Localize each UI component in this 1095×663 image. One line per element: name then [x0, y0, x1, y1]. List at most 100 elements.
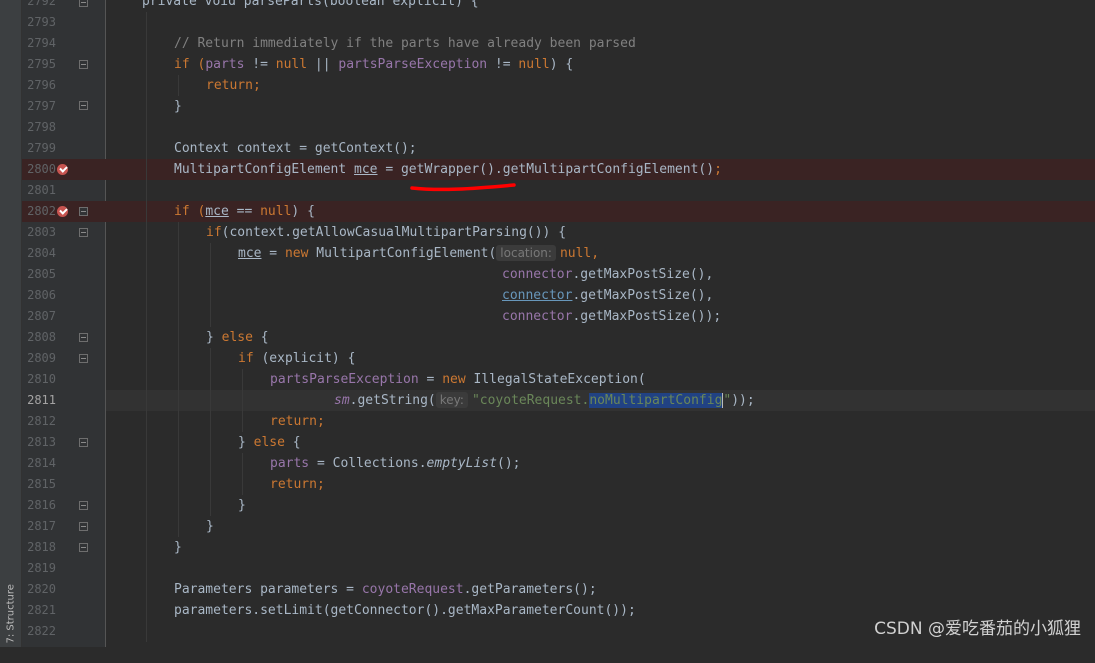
line-number: 2806 — [27, 288, 56, 302]
code-line-2794: // Return immediately if the parts have … — [106, 33, 1095, 54]
method-call: .getString( — [349, 393, 436, 408]
code-text: IllegalStateException( — [465, 372, 646, 387]
fold-marker-icon[interactable] — [79, 354, 88, 363]
operator: = — [261, 246, 285, 261]
indent-guide — [178, 222, 179, 537]
fold-marker-icon[interactable] — [79, 522, 88, 531]
code-text: (); — [497, 456, 521, 471]
keyword: else — [253, 435, 285, 450]
code-line-2795: if (parts != null || partsParseException… — [106, 54, 1095, 75]
string-literal: " — [471, 393, 480, 408]
breakpoint-icon[interactable] — [57, 164, 68, 175]
code-text: parameters.setLimit(getConnector().getMa… — [174, 603, 636, 618]
code-text: } — [174, 540, 182, 555]
code-line-2797: } — [106, 96, 1095, 117]
keyword: else — [221, 330, 253, 345]
fold-marker-icon[interactable] — [79, 0, 88, 7]
line-number: 2796 — [27, 78, 56, 92]
line-number: 2808 — [27, 330, 56, 344]
method-call: getWrapper — [400, 162, 480, 177]
line-number: 2803 — [27, 225, 56, 239]
line-number: 2798 — [27, 120, 56, 134]
field-ref: sm — [334, 393, 350, 408]
line-number: 2812 — [27, 414, 56, 428]
selected-text[interactable]: noMultipartConfig — [589, 393, 723, 408]
keyword: return; — [270, 414, 325, 429]
comment-text: // Return immediately if the parts have … — [174, 36, 636, 51]
field-ref-link[interactable]: connector — [502, 288, 572, 303]
code-line-2807: connector.getMaxPostSize()); — [106, 306, 1095, 327]
keyword: if ( — [174, 204, 206, 219]
operator: = — [418, 372, 443, 387]
field-ref: parts — [205, 57, 245, 72]
line-number: 2809 — [27, 351, 56, 365]
keyword: if — [206, 225, 222, 240]
semicolon: ; — [714, 162, 722, 177]
code-text: Context context = getContext(); — [174, 141, 417, 156]
indent-guide — [242, 453, 243, 495]
structure-tool-tab[interactable]: 7: Structure — [4, 575, 18, 645]
code-line-2805: connector.getMaxPostSize(), — [106, 264, 1095, 285]
code-line-2803: if(context.getAllowCasualMultipartParsin… — [106, 222, 1095, 243]
method-call: ().getMultipartConfigElement() — [479, 162, 715, 177]
code-line-2811: sm.getString(key: "coyoteRequest.noMultip… — [106, 390, 1095, 411]
method-call: .getMaxPostSize(), — [572, 288, 714, 303]
code-text: } — [206, 330, 222, 345]
code-text: (explicit) { — [253, 351, 356, 366]
line-number: 2810 — [27, 372, 56, 386]
red-underline-annotation — [410, 183, 516, 192]
code-text: Parameters parameters = — [174, 582, 362, 597]
operator: != — [487, 57, 519, 72]
code-line-2818: } — [106, 537, 1095, 558]
keyword: new — [284, 246, 309, 261]
method-call: .getMaxPostSize(), — [572, 267, 714, 282]
line-number: 2804 — [27, 246, 56, 260]
fold-marker-icon[interactable] — [79, 207, 88, 216]
fold-marker-icon[interactable] — [79, 543, 88, 552]
fold-marker-icon[interactable] — [79, 101, 88, 110]
code-line-2814: parts = Collections.emptyList(); — [106, 453, 1095, 474]
fold-marker-icon[interactable] — [79, 501, 88, 510]
keyword: new — [442, 372, 466, 387]
code-text: )); — [731, 393, 755, 408]
code-line-2813: } else { — [106, 432, 1095, 453]
code-text: (context.getAllowCasualMultipartParsing(… — [221, 225, 567, 240]
field-ref: coyoteRequest — [361, 582, 464, 597]
operator: || — [307, 57, 339, 72]
line-number: 2817 — [27, 519, 56, 533]
field-ref: connector — [502, 267, 573, 282]
keyword: return; — [270, 477, 325, 492]
field-ref: partsParseException — [338, 57, 488, 72]
line-number: 2821 — [27, 603, 56, 617]
code-text: private void parseParts(boolean explicit… — [142, 0, 479, 9]
indent-guide — [146, 12, 147, 642]
fold-marker-icon[interactable] — [79, 438, 88, 447]
field-ref: partsParseException — [270, 372, 419, 387]
code-text: = Collections. — [309, 456, 427, 471]
code-text: } — [238, 435, 254, 450]
variable-ref: mce — [354, 162, 378, 177]
variable-ref: mce — [238, 246, 262, 261]
line-number: 2794 — [27, 36, 56, 50]
line-number: 2795 — [27, 57, 56, 71]
code-editor[interactable]: private void parseParts(boolean explicit… — [106, 0, 1095, 647]
text-caret: " — [722, 393, 732, 408]
line-number: 2801 — [27, 183, 56, 197]
parameter-hint: location: — [496, 245, 556, 261]
code-line-2804: mce = new MultipartConfigElement(locatio… — [106, 243, 1095, 264]
breakpoint-icon[interactable] — [57, 206, 68, 217]
field-ref: connector — [502, 309, 573, 324]
parameter-hint: key: — [435, 392, 468, 408]
line-number: 2807 — [27, 309, 56, 323]
keyword: null — [260, 204, 292, 219]
field-ref: parts — [270, 456, 310, 471]
keyword: null, — [559, 246, 600, 261]
line-number: 2822 — [27, 624, 56, 638]
code-line-2796: return; — [106, 75, 1095, 96]
fold-marker-icon[interactable] — [79, 228, 88, 237]
fold-marker-icon[interactable] — [79, 333, 88, 342]
fold-marker-icon[interactable] — [79, 60, 88, 69]
line-number: 2815 — [27, 477, 56, 491]
method-call: .getParameters(); — [463, 582, 597, 597]
indent-guide — [178, 75, 179, 96]
